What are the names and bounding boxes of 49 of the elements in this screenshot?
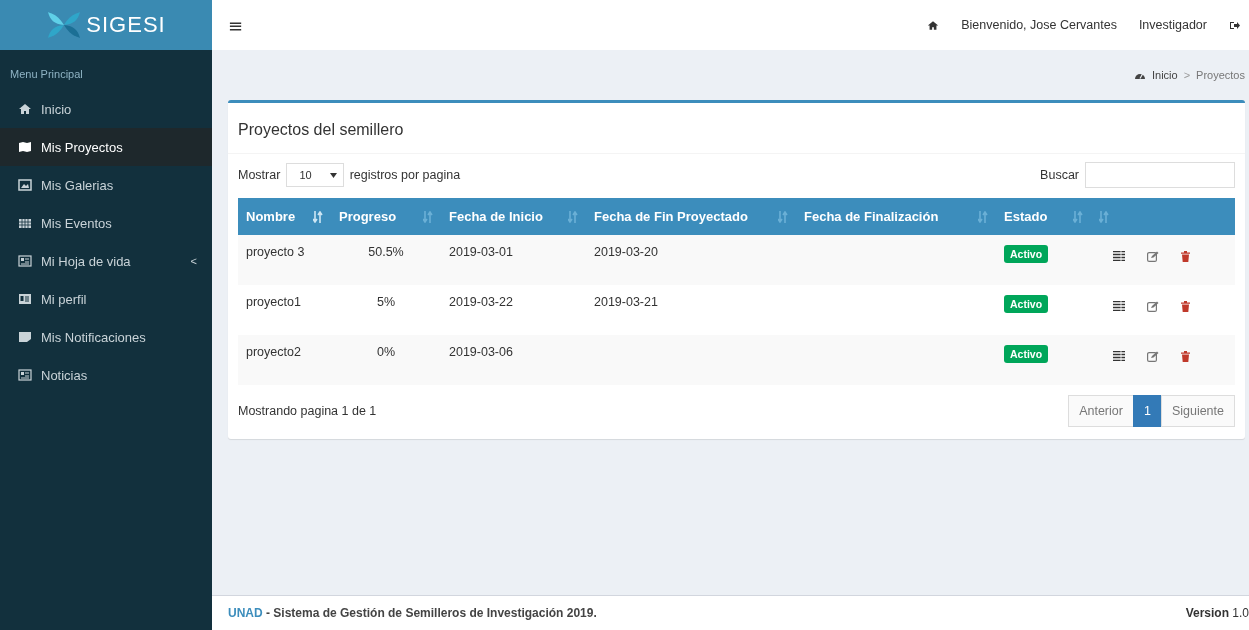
- column-header[interactable]: Fecha de Fin Proyectado: [586, 198, 796, 235]
- breadcrumb-separator: >: [1183, 69, 1191, 81]
- sidebar-item[interactable]: Inicio: [0, 90, 212, 128]
- footer-text: UNAD - Sistema de Gestión de Semilleros de Investigación 2019.: [228, 606, 597, 620]
- status-badge: Activo: [1004, 295, 1049, 313]
- sidebar-item[interactable]: Mis Notificaciones: [0, 318, 212, 356]
- brand-link[interactable]: UNAD: [228, 606, 263, 620]
- breadcrumb-link[interactable]: Inicio: [1151, 69, 1178, 81]
- pagination-button[interactable]: Anterior: [1068, 395, 1134, 427]
- column-header[interactable]: Fecha de Inicio: [441, 198, 586, 235]
- table-cell: 2019-03-21: [594, 295, 658, 309]
- page-info: Mostrando pagina 1 de 1: [238, 404, 377, 418]
- per-page-label: registros por pagina: [349, 168, 461, 182]
- sidebar-item[interactable]: Mi perfil: [0, 280, 212, 318]
- table-cell: 5%: [376, 295, 396, 309]
- breadcrumb-link[interactable]: Proyectos: [1196, 69, 1245, 81]
- role-link[interactable]: Investigador: [1138, 18, 1207, 32]
- table-cell: 0%: [376, 345, 396, 359]
- table-cell: proyecto1: [246, 295, 301, 309]
- table-cell: 2019-03-06: [449, 345, 513, 359]
- table-cell: proyecto 3: [246, 245, 305, 259]
- search-label: Buscar: [1040, 168, 1079, 182]
- sidebar-item[interactable]: Mis Galerias: [0, 166, 212, 204]
- menu-button[interactable]: ≡: [228, 14, 244, 36]
- table-cell: 2019-03-22: [449, 295, 513, 309]
- status-badge: Activo: [1004, 345, 1049, 363]
- page-size-select[interactable]: 10: [286, 163, 344, 187]
- column-header[interactable]: Progreso: [331, 198, 441, 235]
- sidebar-item[interactable]: Mis Proyectos: [0, 128, 212, 166]
- pagination-button[interactable]: 1: [1132, 395, 1162, 427]
- sidebar-item[interactable]: Noticias: [0, 356, 212, 394]
- table-cell: proyecto2: [246, 345, 301, 359]
- column-header[interactable]: Nombre: [238, 198, 331, 235]
- pagination-button[interactable]: Siguiente: [1160, 395, 1235, 427]
- show-label: Mostrar: [238, 168, 281, 182]
- version-text: Version 1.0: [1185, 606, 1249, 620]
- sidebar-item[interactable]: Mi Hoja de vida <: [0, 242, 212, 280]
- table-cell: 2019-03-01: [449, 245, 513, 259]
- sidebar-item[interactable]: Mis Eventos: [0, 204, 212, 242]
- menu-header: Menu Principal: [9, 67, 84, 82]
- panel-title: Proyectos del semillero: [228, 103, 1245, 154]
- table-cell: 50.5%: [368, 245, 404, 259]
- column-header[interactable]: Estado: [996, 198, 1091, 235]
- welcome-text: Bienvenido, Jose Cervantes: [961, 18, 1117, 32]
- caret-icon: <: [190, 255, 197, 267]
- logo-text: SIGESI: [86, 12, 166, 38]
- status-badge: Activo: [1004, 245, 1049, 263]
- table-cell: 2019-03-20: [594, 245, 658, 259]
- column-header[interactable]: Fecha de Finalización: [796, 198, 996, 235]
